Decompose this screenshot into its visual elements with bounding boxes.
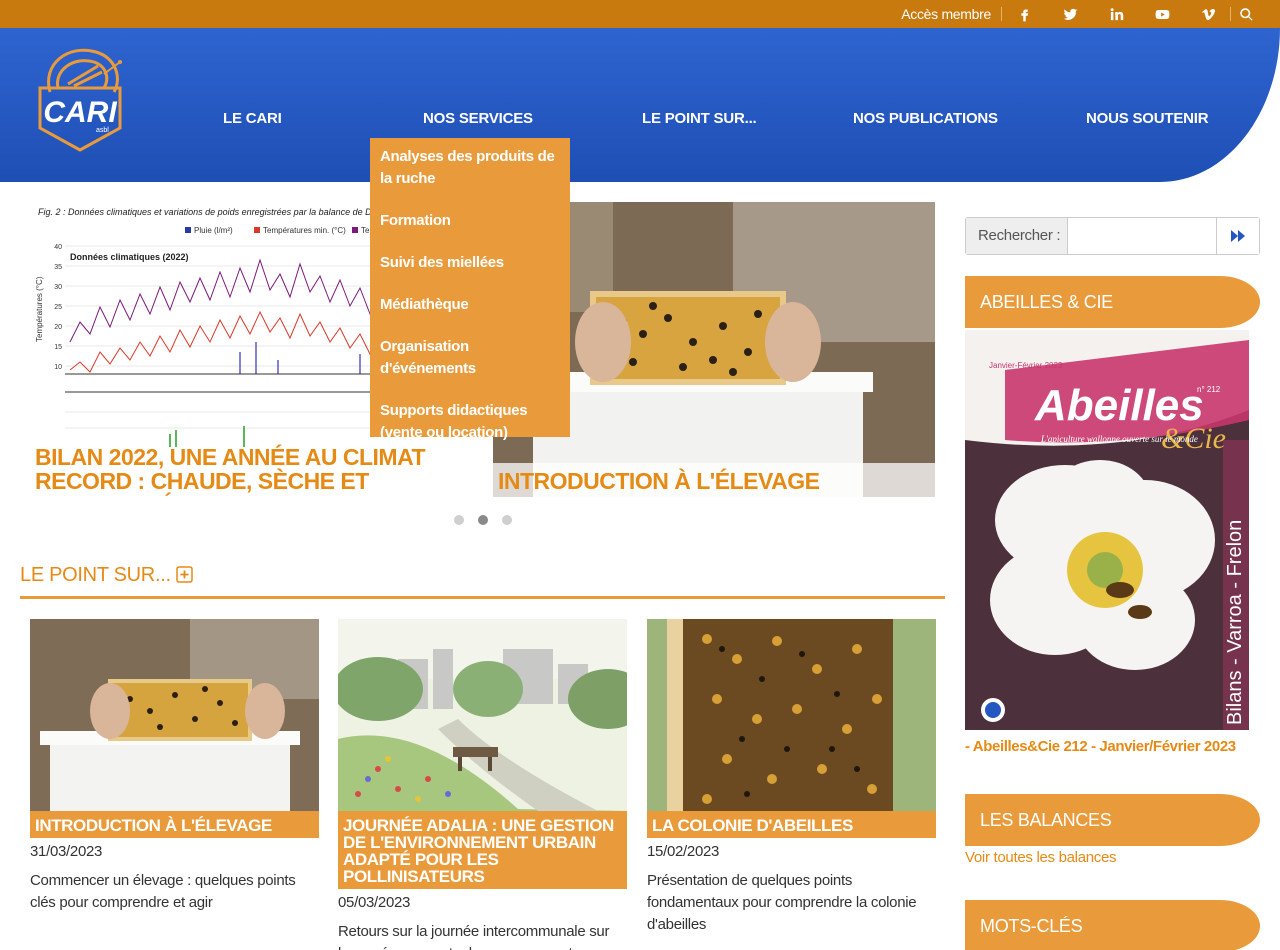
nav-nos-publications[interactable]: NOS PUBLICATIONS: [853, 110, 998, 127]
article-title[interactable]: INTRODUCTION À L'ÉLEVAGE: [30, 811, 319, 838]
fast-forward-icon: [1230, 230, 1245, 242]
twitter-icon[interactable]: [1060, 4, 1080, 24]
youtube-icon[interactable]: [1152, 4, 1172, 24]
all-balances-link[interactable]: Voir toutes les balances: [965, 849, 1117, 866]
magazine-issue-number: n° 212: [1197, 385, 1221, 394]
article-date: 31/03/2023: [30, 843, 103, 860]
article-title[interactable]: JOURNÉE ADALIA : UNE GESTION DE L'ENVIRO…: [338, 811, 627, 889]
menu-item-suivi-miellees[interactable]: Suivi des miellées: [380, 252, 560, 274]
magazine-cover[interactable]: Janvier-Février 2023 Abeilles &Cie n° 21…: [965, 330, 1249, 730]
article-card[interactable]: JOURNÉE ADALIA : UNE GESTION DE L'ENVIRO…: [338, 619, 627, 950]
search-label: Rechercher :: [966, 218, 1068, 254]
cari-logo[interactable]: CARI asbl: [38, 44, 122, 154]
slide-caption[interactable]: INTRODUCTION À L'ÉLEVAGE: [498, 469, 820, 493]
menu-item-mediatheque[interactable]: Médiathèque: [380, 294, 560, 316]
slider-dot-3[interactable]: [502, 515, 512, 525]
plus-square-icon[interactable]: [176, 566, 193, 583]
chart-inner-title: Données climatiques (2022): [70, 252, 189, 262]
article-image[interactable]: [338, 619, 627, 811]
legend-rain: Pluie (l/m²): [194, 226, 233, 235]
logo-subtext: asbl: [96, 127, 109, 134]
section-divider: [20, 596, 945, 599]
slide-caption[interactable]: BILAN 2022, UNE ANNÉE AU CLIMAT RECORD :…: [35, 445, 465, 497]
svg-text:30: 30: [54, 284, 62, 291]
search-form: Rechercher :: [965, 217, 1260, 255]
legend-tmin: Températures min. (°C): [263, 226, 346, 235]
search-input[interactable]: [1067, 218, 1216, 254]
divider: [1001, 7, 1002, 21]
svg-text:40: 40: [54, 244, 62, 251]
menu-item-supports-didactiques[interactable]: Supports didactiques (vente ou location): [380, 400, 560, 444]
urban-garden-illustration: [338, 619, 627, 811]
divider: [1230, 7, 1231, 21]
menu-item-analyses[interactable]: Analyses des produits de la ruche: [380, 146, 560, 190]
vimeo-icon[interactable]: [1198, 4, 1218, 24]
article-description: Retours sur la journée intercommunale su…: [338, 923, 610, 950]
nav-nos-services[interactable]: NOS SERVICES: [423, 110, 533, 127]
figure-title: Fig. 2 : Données climatiques et variatio…: [38, 207, 377, 217]
svg-text:25: 25: [54, 304, 62, 311]
article-date: 15/02/2023: [647, 843, 720, 860]
top-bar: Accès membre: [0, 0, 1280, 28]
linkedin-icon[interactable]: [1106, 4, 1126, 24]
slider-dots: [454, 515, 512, 525]
search-submit-button[interactable]: [1215, 218, 1259, 254]
magazine-issue-link[interactable]: - Abeilles&Cie 212 - Janvier/Février 202…: [965, 738, 1236, 755]
logo-text: CARI: [43, 96, 117, 129]
section-title-text: LE POINT SUR...: [20, 564, 171, 586]
menu-item-formation[interactable]: Formation: [380, 210, 560, 232]
nav-nous-soutenir[interactable]: NOUS SOUTENIR: [1086, 110, 1209, 127]
svg-text:15: 15: [54, 344, 62, 351]
widget-header-abeilles-cie: ABEILLES & CIE: [965, 276, 1260, 328]
article-card[interactable]: INTRODUCTION À L'ÉLEVAGE 31/03/2023 Comm…: [30, 619, 319, 914]
article-image[interactable]: [647, 619, 936, 811]
widget-header-mots-cles: MOTS-CLÉS: [965, 900, 1260, 950]
facebook-icon[interactable]: [1014, 4, 1034, 24]
magazine-issue-date: Janvier-Février 2023: [989, 361, 1063, 370]
svg-text:10: 10: [54, 364, 62, 371]
widget-header-les-balances: LES BALANCES: [965, 794, 1260, 846]
article-description: Présentation de quelques points fondamen…: [647, 872, 917, 933]
slider-dot-2[interactable]: [478, 515, 488, 525]
beekeeper-frame-photo: [30, 619, 319, 811]
article-image[interactable]: [30, 619, 319, 811]
magazine-cover-image: Janvier-Février 2023 Abeilles &Cie n° 21…: [965, 330, 1249, 730]
article-title[interactable]: LA COLONIE D'ABEILLES: [647, 811, 936, 838]
chart-yaxis-label: Températures (°C): [35, 276, 44, 342]
site-header: CARI asbl LE CARI NOS SERVICES LE POINT …: [0, 28, 1280, 182]
slider-dot-1[interactable]: [454, 515, 464, 525]
magazine-side-text: Bilans - Varroa - Frelon: [1224, 520, 1246, 725]
svg-text:20: 20: [54, 324, 62, 331]
article-description: Commencer un élevage : quelques points c…: [30, 872, 296, 911]
section-title[interactable]: LE POINT SUR...: [20, 564, 193, 587]
bee-colony-photo: [647, 619, 936, 811]
menu-item-evenements[interactable]: Organisation d'événements: [380, 336, 560, 380]
nav-le-cari[interactable]: LE CARI: [223, 110, 282, 127]
nav-le-point-sur[interactable]: LE POINT SUR...: [642, 110, 757, 127]
magazine-tagline: L'apiculture wallonne ouverte sur le mon…: [1040, 434, 1198, 444]
svg-text:35: 35: [54, 264, 62, 271]
article-card[interactable]: LA COLONIE D'ABEILLES 15/02/2023 Présent…: [647, 619, 936, 936]
services-dropdown: Analyses des produits de la ruche Format…: [370, 138, 570, 441]
article-date: 05/03/2023: [338, 894, 411, 911]
member-access-link[interactable]: Accès membre: [901, 0, 991, 28]
search-icon[interactable]: [1236, 4, 1256, 24]
